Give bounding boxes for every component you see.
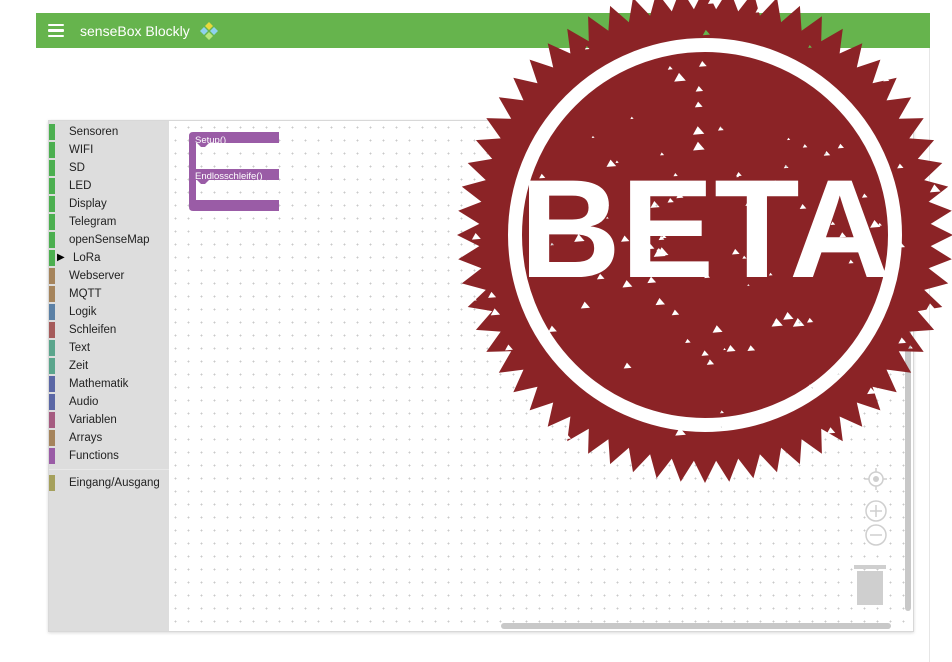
category-color-swatch [49,322,55,338]
toolbox-item-sensoren[interactable]: Sensoren [49,123,169,141]
toolbox-item-label: Logik [69,306,97,318]
toolbox-separator [49,469,169,470]
toolbox-item-logik[interactable]: Logik [49,303,169,321]
category-color-swatch [49,448,55,464]
toolbox-item-label: openSenseMap [69,234,150,246]
category-color-swatch [49,430,55,446]
toolbox-item-wifi[interactable]: WIFI [49,141,169,159]
app-title: senseBox Blockly [80,22,190,39]
category-color-swatch [49,286,55,302]
toolbox-item-zeit[interactable]: Zeit [49,357,169,375]
category-color-swatch [49,214,55,230]
category-color-swatch [49,268,55,284]
toolbox-item-display[interactable]: Display [49,195,169,213]
setup-loop-block[interactable] [189,132,279,211]
toolbox-item-text[interactable]: Text [49,339,169,357]
toolbox-item-lora[interactable]: ▶ LoRa [49,249,169,267]
toolbox-item-mathematik[interactable]: Mathematik [49,375,169,393]
beta-stamp: BETA [457,0,952,483]
toolbox-item-opensensemap[interactable]: openSenseMap [49,231,169,249]
toolbox-item-label: WIFI [69,144,94,156]
toolbox-item-label: Telegram [69,216,117,228]
toolbox-item-label: LoRa [73,252,101,264]
category-color-swatch [49,358,55,374]
toolbox-item-label: Zeit [69,360,89,372]
toolbox-item-label: MQTT [69,288,102,300]
toolbox-item-schleifen[interactable]: Schleifen [49,321,169,339]
toolbox: Sensoren WIFI SD LED Display Telegram openSens… [49,121,169,631]
zoom-in-icon[interactable] [864,499,888,523]
beta-stamp-text: BETA [520,150,891,307]
toolbox-item-eingang-ausgang[interactable]: Eingang/Ausgang [49,474,169,492]
toolbox-item-label: Functions [69,450,119,462]
category-color-swatch [49,475,55,491]
toolbox-item-label: LED [69,180,92,192]
toolbox-item-label: Variablen [69,414,117,426]
horizontal-scrollbar[interactable] [501,623,891,629]
toolbox-item-webserver[interactable]: Webserver [49,267,169,285]
toolbox-item-label: Schleifen [69,324,117,336]
toolbox-item-label: SD [69,162,85,174]
category-color-swatch [49,232,55,248]
category-color-swatch [49,340,55,356]
toolbox-item-led[interactable]: LED [49,177,169,195]
toolbox-item-arrays[interactable]: Arrays [49,429,169,447]
expand-arrow-icon[interactable]: ▶ [57,249,65,267]
category-color-swatch [49,178,55,194]
toolbox-item-label: Display [69,198,107,210]
category-color-swatch [49,250,55,266]
category-color-swatch [49,142,55,158]
toolbox-item-mqtt[interactable]: MQTT [49,285,169,303]
toolbox-item-audio[interactable]: Audio [49,393,169,411]
zoom-out-icon[interactable] [864,523,888,547]
toolbox-item-label: Audio [69,396,99,408]
category-color-swatch [49,412,55,428]
toolbox-item-sd[interactable]: SD [49,159,169,177]
toolbox-item-functions[interactable]: Functions [49,447,169,465]
category-color-swatch [49,196,55,212]
toolbox-item-label: Sensoren [69,126,119,138]
category-color-swatch [49,304,55,320]
toolbox-item-label: Text [69,342,91,354]
category-color-swatch [49,160,55,176]
category-color-swatch [49,376,55,392]
blockly-logo-icon [199,21,218,40]
toolbox-item-telegram[interactable]: Telegram [49,213,169,231]
toolbox-item-label: Mathematik [69,378,129,390]
toolbox-item-variablen[interactable]: Variablen [49,411,169,429]
trash-icon[interactable] [854,565,886,607]
category-color-swatch [49,394,55,410]
toolbox-item-label: Webserver [69,270,125,282]
toolbox-item-label: Eingang/Ausgang [69,477,160,489]
menu-icon[interactable] [48,23,78,38]
category-color-swatch [49,124,55,140]
toolbox-item-label: Arrays [69,432,103,444]
